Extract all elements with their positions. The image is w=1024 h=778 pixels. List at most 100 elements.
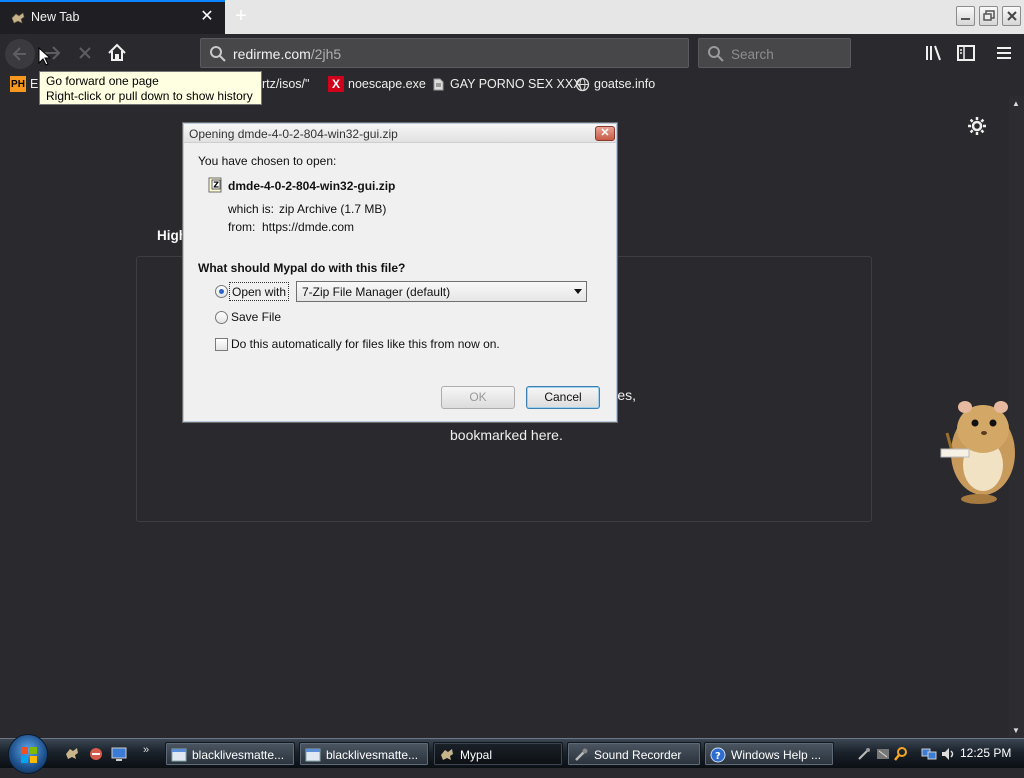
globe-icon xyxy=(574,76,590,92)
scroll-up-icon[interactable]: ▲ xyxy=(1012,99,1020,108)
taskbar-item[interactable]: Sound Recorder xyxy=(567,742,701,766)
stop-button[interactable] xyxy=(73,41,97,65)
dialog-close-button[interactable]: ✕ xyxy=(595,126,615,141)
library-button[interactable] xyxy=(922,41,946,65)
tab-title: New Tab xyxy=(31,10,80,24)
auto-action-label[interactable]: Do this automatically for files like thi… xyxy=(231,337,500,351)
open-with-label[interactable]: Open with xyxy=(229,282,290,301)
sidebar-icon xyxy=(957,45,975,61)
zip-file-icon: Z xyxy=(208,177,222,193)
minimize-window-button[interactable] xyxy=(956,6,975,26)
search-input[interactable]: Search xyxy=(731,47,774,62)
tab-strip: New Tab ✕ + xyxy=(0,0,1024,34)
ok-button[interactable]: OK xyxy=(441,386,515,409)
taskbar-item-label: Mypal xyxy=(460,748,493,762)
taskbar-item[interactable]: blacklivesmatte... xyxy=(299,742,429,766)
auto-action-checkbox[interactable] xyxy=(215,338,228,351)
save-file-label[interactable]: Save File xyxy=(231,310,281,324)
home-icon xyxy=(108,43,126,61)
system-tray: 12:25 PM xyxy=(852,739,1024,769)
taskbar-item[interactable]: Mypal xyxy=(433,742,563,766)
desktop-quicklaunch-icon[interactable] xyxy=(111,746,127,762)
x-icon: X xyxy=(328,76,344,92)
taskbar-item[interactable]: blacklivesmatte... xyxy=(165,742,295,766)
bookmark-label: noescape.exe xyxy=(348,77,426,91)
taskbar-item-label: blacklivesmatte... xyxy=(326,748,419,762)
download-dialog: Opening dmde-4-0-2-804-win32-gui.zip ✕ Y… xyxy=(182,122,618,423)
bookmark-label: artz/isos/" xyxy=(255,77,310,91)
tab-new-tab[interactable]: New Tab ✕ xyxy=(0,0,225,34)
hamburger-menu-icon xyxy=(997,47,1011,59)
tools-tray-icon[interactable] xyxy=(875,746,891,762)
url-text[interactable]: redirme.com/2jh5 xyxy=(233,46,341,62)
network-tray-icon[interactable] xyxy=(921,746,937,762)
stop-x-icon xyxy=(79,47,91,59)
page-icon xyxy=(430,76,446,92)
open-with-app-select[interactable]: 7-Zip File Manager (default) xyxy=(296,281,587,302)
back-button[interactable] xyxy=(5,39,35,69)
dialog-question: What should Mypal do with this file? xyxy=(198,261,406,275)
navigation-toolbar: redirme.com/2jh5 Search xyxy=(0,34,1024,72)
dialog-title: Opening dmde-4-0-2-804-win32-gui.zip xyxy=(189,127,398,141)
microphone-tray-icon[interactable] xyxy=(856,746,872,762)
bookmark-item[interactable]: GAY PORNO SEX XXX xyxy=(430,75,582,93)
gear-icon xyxy=(968,117,986,135)
mypal-quicklaunch-icon[interactable] xyxy=(64,746,80,762)
chevron-right-icon[interactable]: » xyxy=(143,744,149,756)
save-file-radio[interactable] xyxy=(215,311,228,324)
taskbar-item-label: Sound Recorder xyxy=(594,748,682,762)
search-icon xyxy=(210,46,226,62)
ph-icon: PH xyxy=(10,76,26,92)
bookmark-item[interactable]: PH E xyxy=(10,75,38,93)
search-bar[interactable]: Search xyxy=(698,38,851,68)
file-type-label: which is: xyxy=(228,202,275,216)
restore-window-button[interactable] xyxy=(979,6,998,26)
dialog-titlebar[interactable]: Opening dmde-4-0-2-804-win32-gui.zip ✕ xyxy=(184,124,616,143)
url-path: /2jh5 xyxy=(310,46,342,62)
bookmark-label: GAY PORNO SEX XXX xyxy=(450,77,582,91)
taskbar-item-label: blacklivesmatte... xyxy=(192,748,285,762)
mypal-icon xyxy=(441,749,453,760)
url-bar[interactable]: redirme.com/2jh5 xyxy=(200,38,689,68)
library-icon xyxy=(926,45,941,61)
minimize-icon xyxy=(961,18,970,20)
menu-button[interactable] xyxy=(993,41,1017,65)
chevron-down-icon xyxy=(574,289,582,294)
svg-text:Z: Z xyxy=(213,181,219,190)
svg-text:?: ? xyxy=(715,751,721,762)
bookmark-item[interactable]: artz/isos/" xyxy=(255,75,309,93)
bookmark-label: E xyxy=(30,77,39,91)
network-quicklaunch-icon[interactable] xyxy=(88,746,104,762)
cancel-button[interactable]: Cancel xyxy=(526,386,600,409)
tab-close-icon[interactable]: ✕ xyxy=(199,8,215,26)
file-source-value: https://dmde.com xyxy=(262,220,355,234)
close-icon xyxy=(1007,11,1017,21)
file-source-label: from: xyxy=(228,220,256,234)
windows-logo-icon xyxy=(21,747,37,763)
magnifier-tray-icon[interactable] xyxy=(893,746,909,762)
radio-selected-dot xyxy=(219,289,224,294)
settings-gear-button[interactable] xyxy=(967,116,987,136)
empty-line: bookmarked here. xyxy=(450,427,563,443)
taskbar-item[interactable]: ? Windows Help ... xyxy=(704,742,834,766)
app-select-value: 7-Zip File Manager (default) xyxy=(302,285,451,299)
open-with-radio[interactable] xyxy=(215,285,228,298)
microphone-icon xyxy=(575,748,588,761)
scroll-down-icon[interactable]: ▼ xyxy=(1012,726,1020,735)
bookmark-item[interactable]: goatse.info xyxy=(574,75,655,93)
volume-tray-icon[interactable] xyxy=(940,746,956,762)
bookmark-item[interactable]: X noescape.exe xyxy=(328,75,426,93)
home-button[interactable] xyxy=(105,41,129,65)
taskbar-item-label: Windows Help ... xyxy=(731,748,822,762)
taskbar-clock[interactable]: 12:25 PM xyxy=(960,746,1011,760)
tooltip-line: Right-click or pull down to show history xyxy=(46,89,253,103)
sidebar-toggle-button[interactable] xyxy=(954,41,978,65)
start-button[interactable] xyxy=(8,734,48,774)
url-domain: redirme.com xyxy=(233,46,311,62)
bookmark-label: goatse.info xyxy=(594,77,656,91)
close-icon: ✕ xyxy=(600,127,610,139)
hamster-mascot-image xyxy=(940,401,1015,504)
window-icon xyxy=(171,748,187,762)
new-tab-plus-icon[interactable]: + xyxy=(230,5,252,27)
close-window-button[interactable] xyxy=(1002,6,1021,26)
